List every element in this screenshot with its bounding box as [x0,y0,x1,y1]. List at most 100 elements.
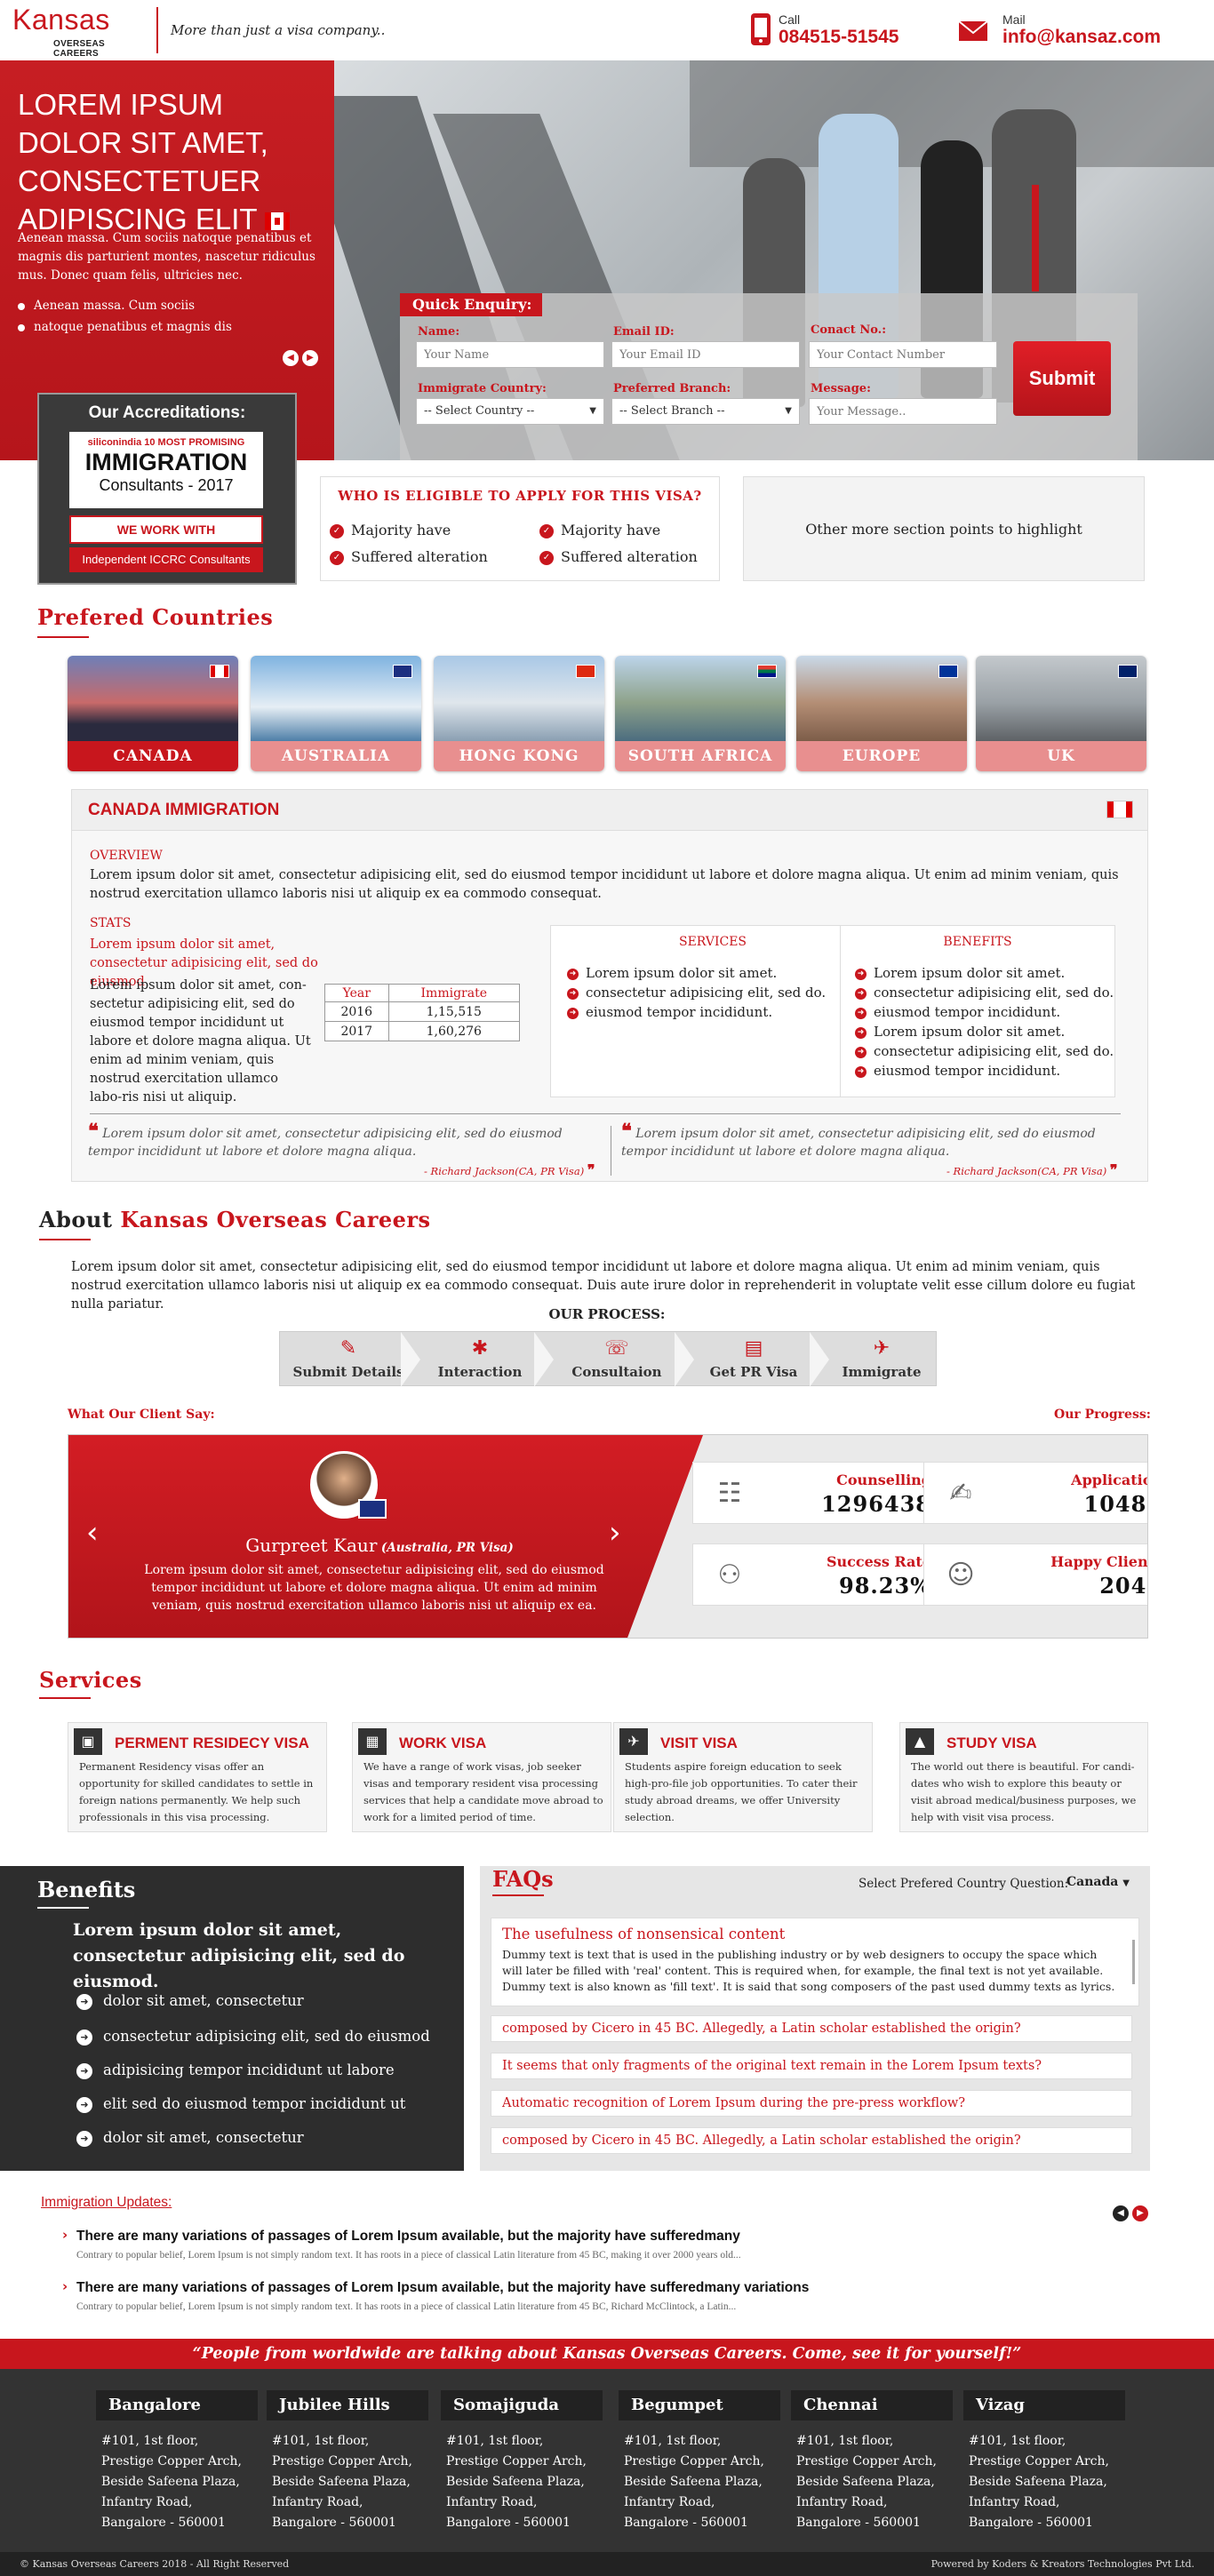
update-title[interactable]: There are many variations of passages of… [76,2280,809,2296]
step-immigrate: ✈ Immigrate [813,1332,950,1385]
quote-icon: ❝ [621,1120,632,1143]
service-card-visit-visa[interactable]: ✈ VISIT VISA Students aspire foreign educa… [613,1722,873,1832]
mail-contact[interactable]: Mail info@kansaz.com [958,9,1193,50]
next-arrow-icon[interactable]: › [609,1515,621,1551]
call-contact[interactable]: Call 084515-51545 [748,9,944,50]
process-label: OUR PROCESS: [548,1306,666,1322]
faq-open-item[interactable]: The usefulness of nonsensical content Du… [491,1918,1139,2006]
country-label: Immigrate Country: [418,382,547,395]
service-card-work-visa[interactable]: ▦ WORK VISA We have a range of work visas,… [352,1722,611,1832]
table-row: 2016 1,15,515 [324,1001,521,1022]
faq-item[interactable]: Automatic recognition of Lorem Ipsum dur… [491,2090,1132,2117]
arrow-icon: ➜ [855,968,867,980]
country-card-uk[interactable]: UK [976,656,1146,771]
handshake-icon: ⚇ [717,1559,742,1591]
step-consultation: ☏ Consultaion [548,1332,685,1385]
stats-table: Year Immigrate 2016 1,15,515 2017 1,60,276 [324,984,521,1041]
list-item: ➜ consectetur adipisicing elit, sed do. [855,985,1114,1001]
submit-button[interactable]: Submit [1013,341,1111,416]
chevron-right-icon: › [62,2227,68,2243]
update-desc: Contrary to popular belief, Lorem Ipsum … [76,2301,737,2312]
contact-input[interactable] [809,341,997,368]
service-card-study-visa[interactable]: ▲ STUDY VISA The world out there is beauti… [899,1722,1148,1832]
countries-heading: Prefered Countries [37,604,274,630]
arrow-icon: ➜ [567,987,579,1000]
step-get-pr-visa: ▤ Get PR Visa [685,1332,822,1385]
updates-next-icon[interactable]: ▶ [1132,2205,1148,2221]
testimonial-quote: ❝ Lorem ipsum dolor sit amet, consectetu… [621,1120,1096,1159]
email-label: Email ID: [613,325,675,339]
quote-icon: ❝ [88,1120,99,1143]
tagline: More than just a visa company.. [156,7,385,53]
immigration-award-badge: siliconindia 10 MOST PROMISING IMMIGRATI… [69,432,263,508]
heading-underline [39,1239,91,1240]
message-label: Message: [811,382,871,395]
country-card-europe[interactable]: EUROPE [796,656,967,771]
panel-title: CANADA IMMIGRATION [88,801,280,819]
prev-arrow-icon[interactable]: ‹ [86,1515,99,1551]
slider-prev-icon[interactable]: ◀ [283,350,299,366]
meeting-icon: ☷ [717,1478,742,1509]
arrow-icon: ➜ [76,2062,92,2079]
email-input[interactable] [611,341,800,368]
check-icon: ✓ [330,523,344,538]
chat-icon: ✱ [471,1337,489,1360]
graduation-cap-icon: ▲ [906,1728,934,1755]
update-title[interactable]: There are many variations of passages of… [76,2229,740,2245]
chevron-down-icon: ▼ [785,406,792,416]
arrow-icon: ➜ [567,1007,579,1019]
iccrc-consultants: Independent ICCRC Consultants [69,547,263,572]
country-card-hong-kong[interactable]: HONG KONG [434,656,604,771]
accreditations-title: Our Accreditations: [88,403,246,422]
faqs-heading: FAQs [492,1866,554,1892]
arrow-icon: ➜ [855,1046,867,1058]
list-item: ➜ Lorem ipsum dolor sit amet. [855,1024,1065,1040]
office-begumpet: Begumpet #101, 1st floor, Prestige Copper … [619,2390,780,2533]
hero-title: LOREM IPSUM DOLOR SIT AMET, CONSECTETUER… [18,85,320,238]
office-somajiguda: Somajiguda #101, 1st floor, Prestige Coppe… [441,2390,603,2533]
name-input[interactable] [416,341,604,368]
eligibility-item: ✓ Majority have [539,522,660,538]
message-input[interactable] [809,398,997,425]
faq-item[interactable]: It seems that only fragments of the orig… [491,2053,1132,2079]
office-chennai: Chennai #101, 1st floor, Prestige Copper A… [791,2390,953,2533]
check-icon: ✓ [539,550,554,565]
slider-next-icon[interactable]: ▶ [302,350,318,366]
canada-immigration-panel: CANADA IMMIGRATION OVERVIEW Lorem ipsum … [71,789,1148,1182]
pr-visa-icon: ▣ [74,1728,102,1755]
consult-icon: ☏ [604,1337,629,1360]
call-number[interactable]: 084515-51545 [779,27,899,48]
powered-by[interactable]: Powered by Koders & Kreators Technologie… [931,2552,1194,2576]
list-item: ➜ elit sed do eiusmod tempor incididunt u… [76,2095,405,2113]
services-heading: Services [39,1667,142,1693]
country-select[interactable]: -- Select Country -- ▼ [416,398,604,425]
arrow-icon: ➜ [76,2096,92,2113]
table-row: 2017 1,60,276 [324,1021,521,1041]
country-card-south-africa[interactable]: SOUTH AFRICA [615,656,786,771]
scrollbar[interactable] [1132,1940,1135,1984]
branch-label: Preferred Branch: [613,382,731,395]
country-card-canada[interactable]: CANADA [68,656,238,771]
canada-flag-icon [1106,801,1133,818]
eligibility-box: WHO IS ELIGIBLE TO APPLY FOR THIS VISA? … [320,476,720,581]
progress-counselling: ☷ Counselling 1296438 [692,1462,945,1524]
heading-underline [37,1907,89,1909]
faq-item[interactable]: composed by Cicero in 45 BC. Allegedly, … [491,2127,1132,2154]
chevron-down-icon: ▼ [589,406,596,416]
updates-prev-icon[interactable]: ◀ [1113,2205,1129,2221]
stats-label: STATS [90,916,132,930]
list-item: ➜ eiusmod tempor incididunt. [855,1063,1060,1079]
faq-item[interactable]: composed by Cicero in 45 BC. Allegedly, … [491,2015,1132,2042]
australia-flag-icon [393,665,412,678]
mail-address[interactable]: info@kansaz.com [1002,27,1161,48]
faq-country-select[interactable]: Canada ▼ [1066,1875,1130,1889]
site-header: Kansas OVERSEAS CAREERS More than just a… [0,0,1214,60]
overview-label: OVERVIEW [90,849,163,863]
list-item: ➜ eiusmod tempor incididunt. [567,1004,772,1020]
country-card-australia[interactable]: AUSTRALIA [251,656,421,771]
eligibility-item: ✓ Majority have [330,522,451,538]
logo[interactable]: Kansas OVERSEAS CAREERS [12,4,146,59]
service-card-pr-visa[interactable]: ▣ PERMENT RESIDECY VISA Permanent Residenc… [68,1722,327,1832]
plane-icon: ✈ [873,1337,891,1360]
branch-select[interactable]: -- Select Branch -- ▼ [611,398,800,425]
